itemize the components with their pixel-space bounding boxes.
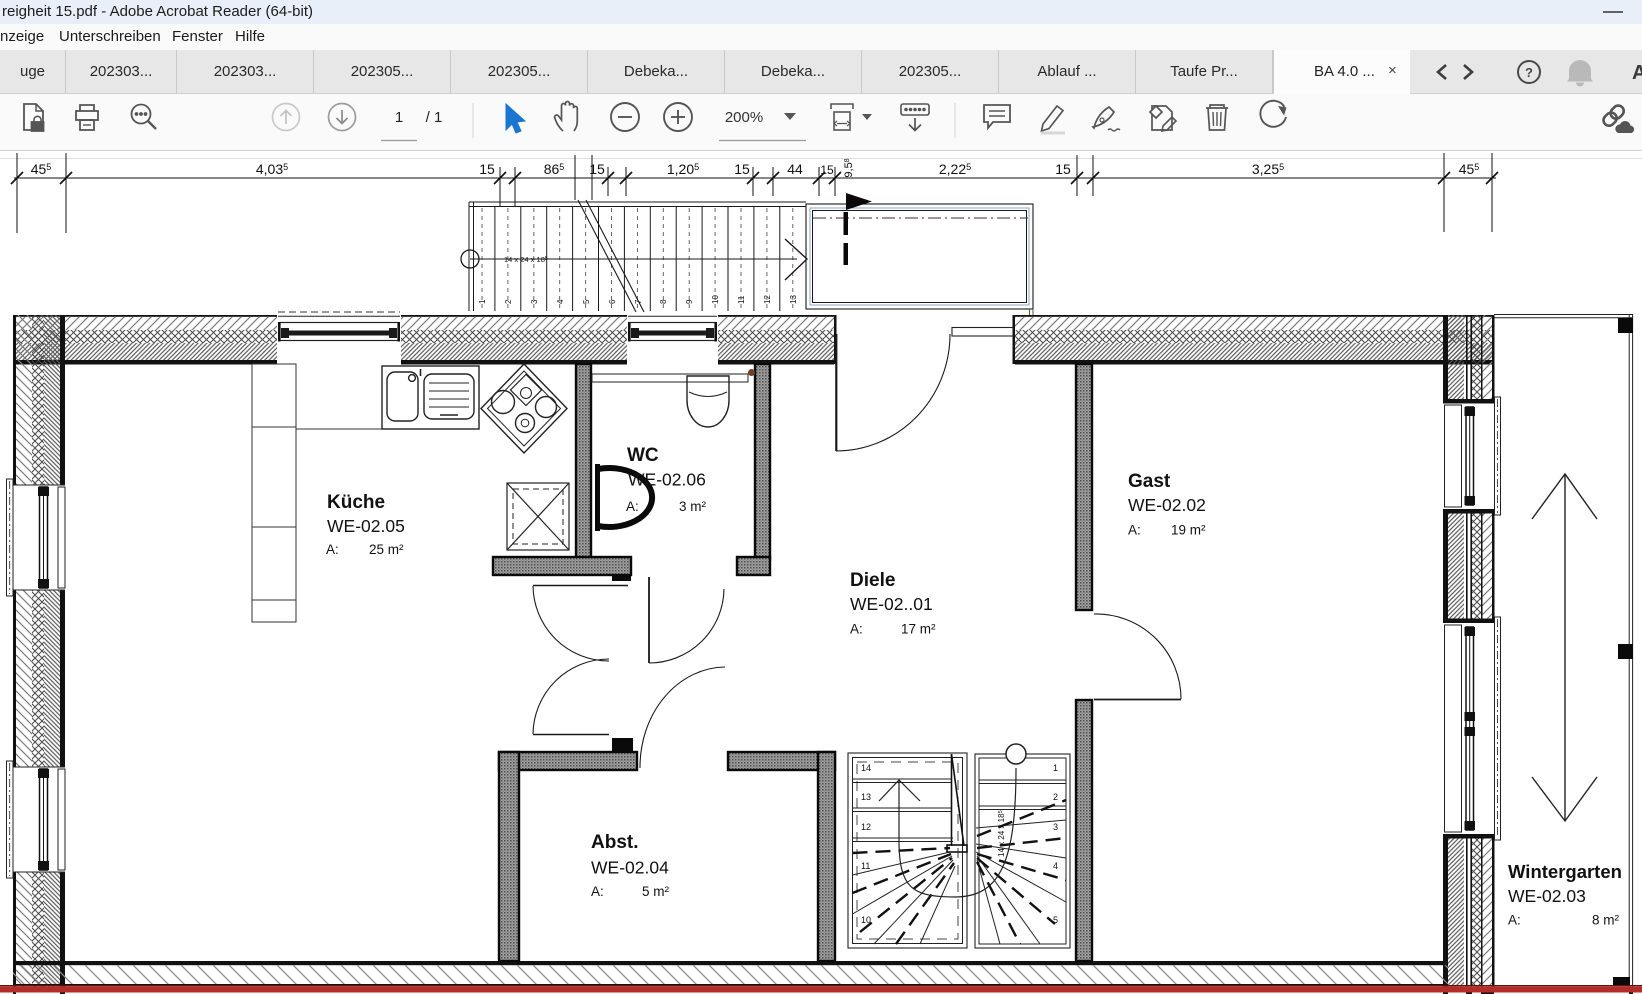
svg-text:8: 8 [659, 299, 668, 304]
svg-text:/ 1: / 1 [426, 109, 443, 126]
svg-text:WE-02.03: WE-02.03 [1508, 886, 1586, 906]
svg-text:WE-02..01: WE-02..01 [850, 594, 933, 614]
svg-text:15: 15 [820, 163, 834, 177]
svg-text:13: 13 [789, 295, 798, 304]
svg-text:Diele: Diele [850, 570, 895, 591]
svg-text:5 m²: 5 m² [642, 884, 670, 899]
svg-text:4,035: 4,035 [256, 161, 288, 177]
svg-text:44: 44 [787, 161, 803, 177]
svg-text:455: 455 [1459, 161, 1480, 177]
svg-text:17 m²: 17 m² [901, 622, 936, 637]
svg-text:455: 455 [31, 161, 52, 177]
svg-text:14 x 24 x 185: 14 x 24 x 185 [504, 255, 548, 264]
svg-text:Abst.: Abst. [591, 832, 639, 853]
svg-text:A:: A: [626, 499, 639, 514]
svg-text:A:: A: [326, 542, 339, 557]
svg-text:9: 9 [685, 299, 694, 304]
svg-text:3 m²: 3 m² [679, 499, 707, 514]
svg-text:10: 10 [711, 295, 720, 304]
svg-text:A:: A: [850, 622, 863, 637]
svg-text:15: 15 [479, 161, 495, 177]
svg-text:14 x 24 x 185: 14 x 24 x 185 [997, 810, 1006, 857]
svg-text:15: 15 [1055, 161, 1071, 177]
svg-text:WE-02.06: WE-02.06 [628, 470, 706, 490]
svg-text:6: 6 [608, 299, 617, 304]
svg-text:1: 1 [395, 109, 403, 126]
svg-text:5: 5 [1053, 915, 1058, 925]
svg-text:5: 5 [582, 299, 591, 304]
svg-text:15: 15 [734, 161, 750, 177]
svg-text:3: 3 [1053, 822, 1058, 832]
svg-text:3,255: 3,255 [1252, 161, 1284, 177]
svg-text:11: 11 [861, 861, 870, 871]
svg-text:3: 3 [530, 299, 539, 304]
svg-text:4: 4 [556, 299, 565, 304]
svg-text:11: 11 [737, 295, 746, 304]
svg-text:WC: WC [627, 445, 659, 466]
svg-text:13: 13 [861, 792, 871, 802]
svg-text:Küche: Küche [327, 492, 385, 513]
svg-text:Gast: Gast [1128, 471, 1171, 492]
svg-text:8 m²: 8 m² [1592, 913, 1620, 928]
svg-text:WE-02.02: WE-02.02 [1128, 495, 1206, 515]
svg-text:2: 2 [1053, 792, 1058, 802]
svg-text:1,205: 1,205 [667, 161, 699, 177]
svg-text:9,58: 9,58 [843, 158, 855, 177]
svg-text:WE-02.05: WE-02.05 [327, 516, 405, 536]
svg-text:1: 1 [478, 299, 487, 304]
svg-text:A:: A: [591, 884, 604, 899]
svg-text:15: 15 [589, 161, 605, 177]
svg-text:2: 2 [504, 299, 513, 304]
svg-text:10: 10 [861, 915, 871, 925]
svg-text:1: 1 [1053, 763, 1058, 773]
svg-text:25 m²: 25 m² [369, 542, 404, 557]
svg-text:12: 12 [763, 295, 772, 304]
svg-text:Wintergarten: Wintergarten [1508, 861, 1622, 882]
svg-text:A:: A: [1508, 913, 1521, 928]
svg-text:7: 7 [634, 299, 643, 304]
svg-text:A:: A: [1128, 523, 1141, 538]
svg-text:?: ? [1525, 65, 1533, 80]
svg-text:WE-02.04: WE-02.04 [591, 858, 669, 878]
svg-text:19 m²: 19 m² [1171, 523, 1206, 538]
svg-text:200%: 200% [725, 109, 763, 126]
svg-text:865: 865 [544, 161, 565, 177]
svg-text:A: A [1632, 62, 1642, 84]
svg-text:12: 12 [861, 822, 871, 832]
svg-text:14: 14 [861, 763, 871, 773]
svg-text:4: 4 [1053, 861, 1058, 871]
svg-text:2,225: 2,225 [939, 161, 971, 177]
